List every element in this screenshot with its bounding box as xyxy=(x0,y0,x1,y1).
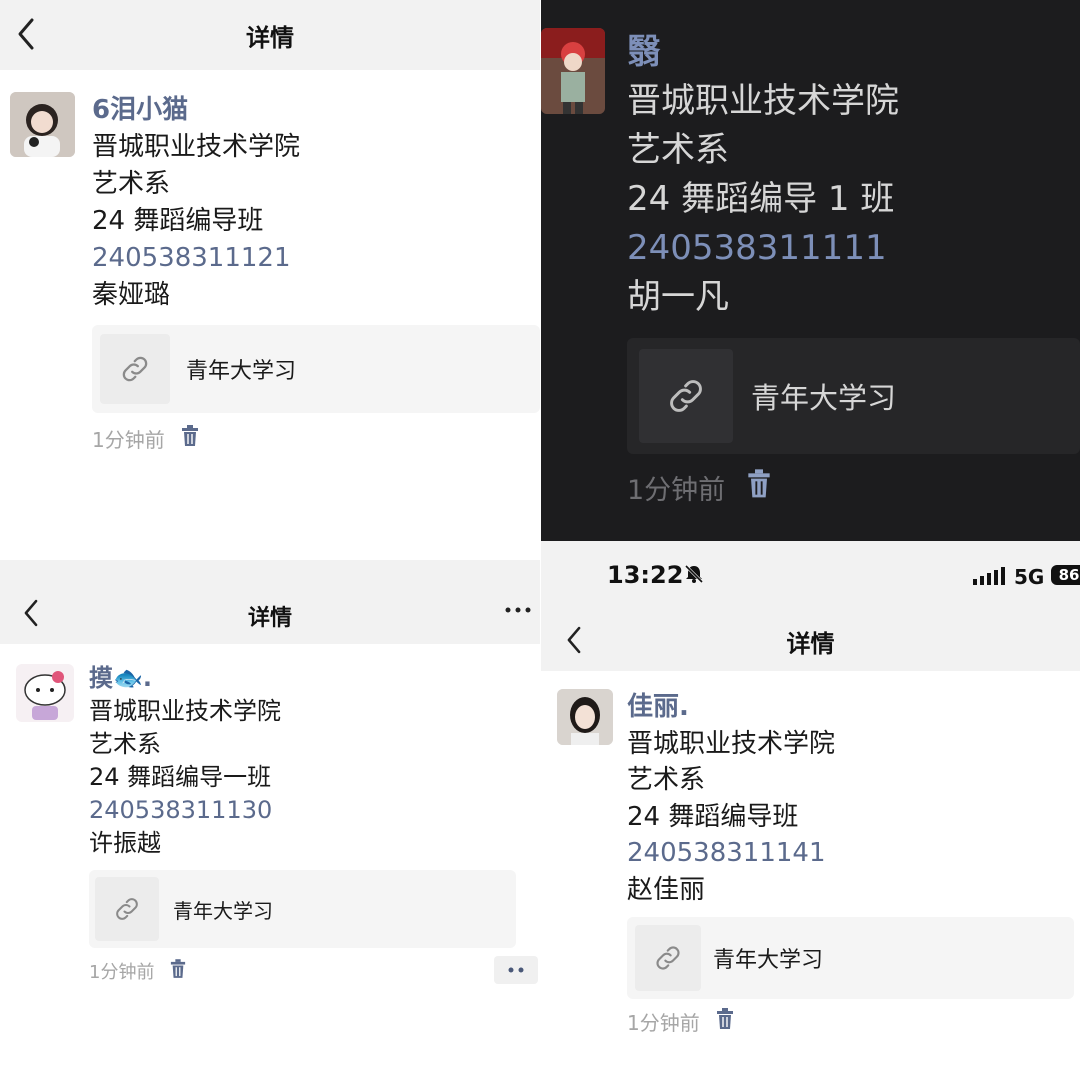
link-icon xyxy=(635,925,701,991)
network-label: 5G xyxy=(1014,565,1045,589)
nickname[interactable]: 翳 xyxy=(627,28,899,77)
link-title: 青年大学习 xyxy=(186,359,297,384)
trash-icon[interactable] xyxy=(716,1008,734,1035)
content-line-dept: 艺术系 xyxy=(627,130,729,170)
post-content: 摸🐟. 晋城职业技术学院 艺术系 24 舞蹈编导一班 240538311130 … xyxy=(89,662,281,860)
status-time: 13:22 xyxy=(607,561,684,589)
post-meta: 1分钟前 xyxy=(627,468,771,507)
real-name: 秦娅璐 xyxy=(92,280,171,310)
student-id[interactable]: 240538311130 xyxy=(89,794,281,827)
nav-bar: 详情 xyxy=(0,0,540,70)
comment-action-icon[interactable] xyxy=(494,956,538,984)
link-title: 青年大学习 xyxy=(751,381,897,415)
real-name: 胡一凡 xyxy=(627,277,729,317)
moment-panel-2: 翳 晋城职业技术学院 艺术系 24 舞蹈编导 1 班 240538311111 … xyxy=(541,0,1080,541)
student-id[interactable]: 240538311111 xyxy=(627,224,899,273)
content-line-dept: 艺术系 xyxy=(627,765,706,795)
content-line-class: 24 舞蹈编导 1 班 xyxy=(627,179,895,219)
bell-off-icon xyxy=(683,563,705,589)
nickname[interactable]: 佳丽. xyxy=(627,689,835,726)
content-line-class: 24 舞蹈编导班 xyxy=(627,801,799,832)
content-line-class: 24 舞蹈编导一班 xyxy=(89,763,272,791)
post-content: 佳丽. 晋城职业技术学院 艺术系 24 舞蹈编导班 240538311141 赵… xyxy=(627,689,835,908)
moment-panel-4: 13:22 5G 86 详情 佳丽. 晋城职业技术学院 艺术系 24 舞蹈编导班… xyxy=(541,541,1080,1080)
content-line-school: 晋城职业技术学院 xyxy=(627,81,899,121)
content-line-school: 晋城职业技术学院 xyxy=(627,728,836,759)
nav-title: 详情 xyxy=(247,606,292,631)
avatar[interactable] xyxy=(541,28,605,114)
link-icon xyxy=(100,334,170,404)
avatar[interactable] xyxy=(16,664,74,722)
link-card[interactable]: 青年大学习 xyxy=(627,338,1080,454)
back-chevron-icon[interactable] xyxy=(14,14,38,60)
content-line-dept: 艺术系 xyxy=(89,730,161,758)
post-time: 1分钟前 xyxy=(89,962,155,983)
nickname[interactable]: 摸🐟. xyxy=(89,662,281,695)
post-time: 1分钟前 xyxy=(627,1011,700,1035)
content-line-school: 晋城职业技术学院 xyxy=(92,132,301,162)
link-title: 青年大学习 xyxy=(713,948,824,973)
battery-level: 86 xyxy=(1058,566,1080,584)
link-card[interactable]: 青年大学习 xyxy=(92,325,540,413)
nav-title: 详情 xyxy=(786,629,835,658)
nav-bar: 详情 xyxy=(541,611,1080,671)
avatar[interactable] xyxy=(10,92,75,157)
post-meta: 1分钟前 xyxy=(92,424,199,453)
moment-panel-1: 详情 6泪小猫 晋城职业技术学院 艺术系 24 舞蹈编导班 2405383111… xyxy=(0,0,540,560)
content-line-class: 24 舞蹈编导班 xyxy=(92,206,264,236)
status-bar: 13:22 5G 86 xyxy=(541,541,1080,611)
content-line-dept: 艺术系 xyxy=(92,169,171,199)
student-id[interactable]: 240538311141 xyxy=(627,835,835,872)
battery-icon: 86 xyxy=(1051,565,1080,585)
trash-icon[interactable] xyxy=(181,425,199,452)
link-card[interactable]: 青年大学习 xyxy=(89,870,516,948)
avatar[interactable] xyxy=(557,689,613,745)
nav-bar: 详情 xyxy=(0,560,540,644)
more-dots-icon[interactable] xyxy=(504,596,532,621)
back-chevron-icon[interactable] xyxy=(20,596,42,636)
post-meta: 1分钟前 xyxy=(89,958,186,984)
post-time: 1分钟前 xyxy=(627,475,726,506)
nav-title: 详情 xyxy=(246,23,294,52)
link-icon xyxy=(639,349,733,443)
post-time: 1分钟前 xyxy=(92,428,165,452)
content-line-school: 晋城职业技术学院 xyxy=(89,697,281,725)
post-content: 翳 晋城职业技术学院 艺术系 24 舞蹈编导 1 班 240538311111 … xyxy=(627,28,899,322)
link-icon xyxy=(95,877,159,941)
post-meta: 1分钟前 xyxy=(627,1007,734,1036)
signal-icon xyxy=(973,567,1005,589)
back-chevron-icon[interactable] xyxy=(563,623,585,663)
link-card[interactable]: 青年大学习 xyxy=(627,917,1074,999)
student-id[interactable]: 240538311121 xyxy=(92,240,300,277)
real-name: 赵佳丽 xyxy=(627,874,706,905)
trash-icon[interactable] xyxy=(170,958,186,984)
nickname[interactable]: 6泪小猫 xyxy=(92,92,300,129)
post-content: 6泪小猫 晋城职业技术学院 艺术系 24 舞蹈编导班 240538311121 … xyxy=(92,92,300,314)
link-title: 青年大学习 xyxy=(173,898,273,923)
real-name: 许振越 xyxy=(89,829,161,857)
moment-panel-3: 详情 摸🐟. 晋城职业技术学院 艺术系 24 舞蹈编导一班 2405383111… xyxy=(0,560,540,1080)
trash-icon[interactable] xyxy=(747,469,771,506)
